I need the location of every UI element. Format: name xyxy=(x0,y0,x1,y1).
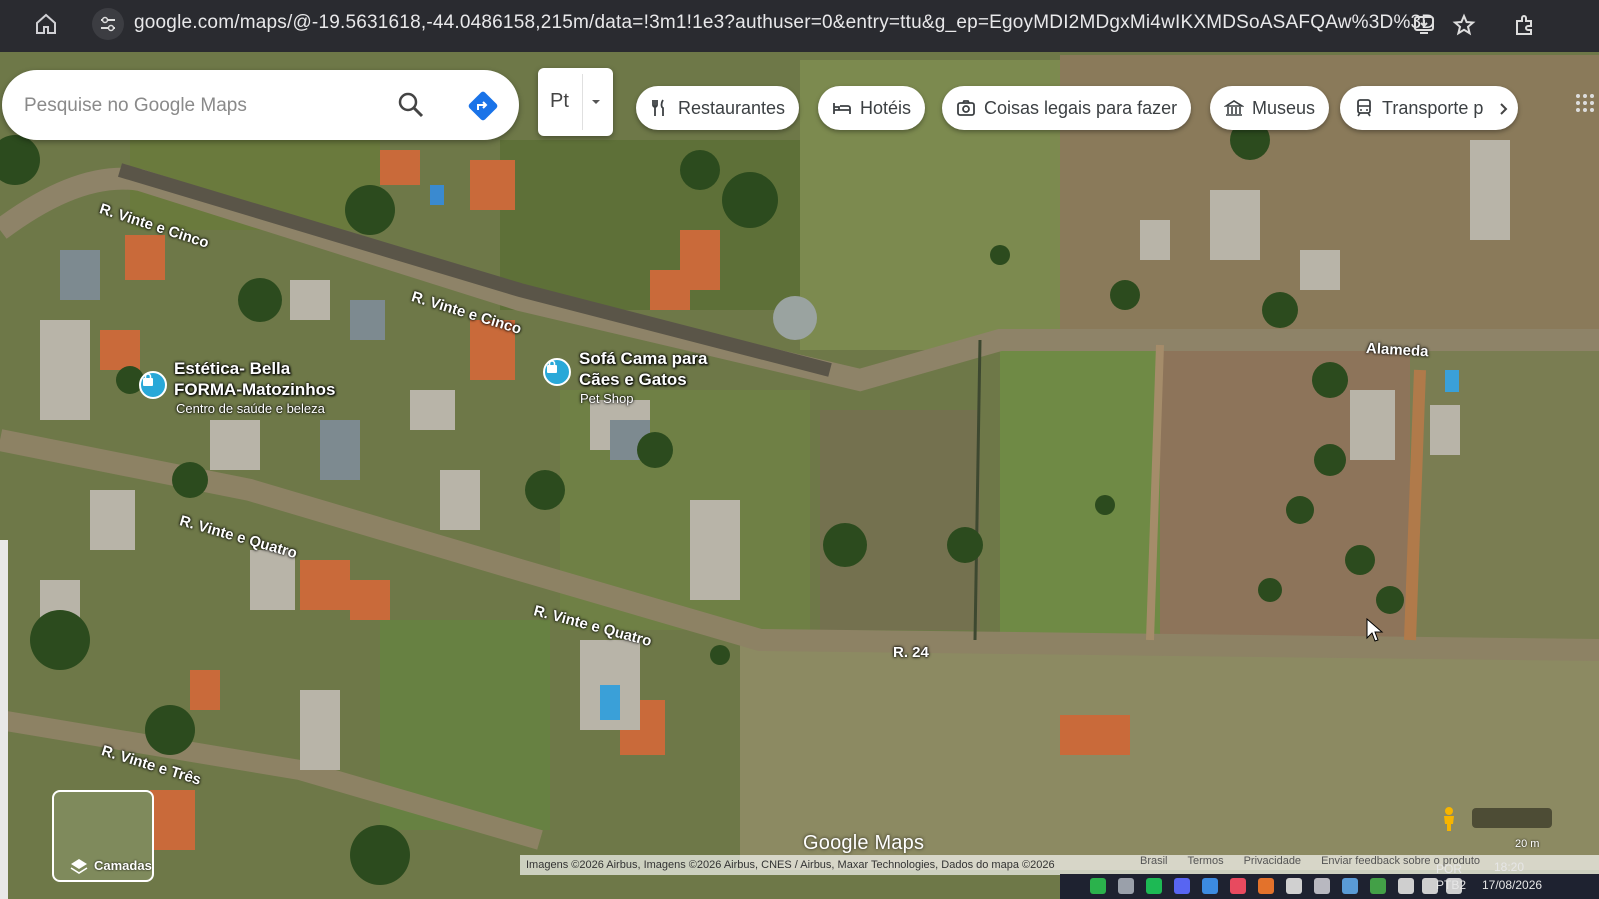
app-icon[interactable] xyxy=(1118,878,1134,894)
chevron-down-icon[interactable] xyxy=(588,94,604,110)
shopping-bag-icon xyxy=(547,360,557,373)
google-maps-logo: Google Maps xyxy=(803,832,925,854)
search-icon[interactable] xyxy=(396,90,426,120)
extensions-icon[interactable] xyxy=(1512,13,1536,37)
place-name[interactable]: Estética- Bella FORMA-Matozinhos xyxy=(174,358,335,400)
scale-bar[interactable]: 20 m xyxy=(1515,838,1539,850)
search-input[interactable] xyxy=(24,92,384,120)
footer-links: Brasil Termos Privacidade Enviar feedbac… xyxy=(1140,855,1480,867)
browser-toolbar: google.com/maps/@-19.5631618,-44.0486158… xyxy=(0,0,1599,52)
app-icon[interactable] xyxy=(1230,878,1246,894)
shopping-bag-icon xyxy=(143,373,153,386)
place-name[interactable]: Sofá Cama para Cães e Gatos xyxy=(579,348,708,390)
layers-label: Camadas xyxy=(94,858,152,873)
star-icon[interactable] xyxy=(1452,13,1476,37)
side-panel-edge xyxy=(0,540,8,899)
address-bar[interactable]: google.com/maps/@-19.5631618,-44.0486158… xyxy=(134,12,1435,34)
imagery-thumbnails[interactable] xyxy=(1472,808,1552,828)
clock-date[interactable]: 17/08/2026 xyxy=(1482,878,1542,892)
fork-knife-icon xyxy=(652,99,664,116)
keyboard-layout[interactable]: PTB2 xyxy=(1436,878,1466,892)
chip-label: Hotéis xyxy=(860,97,912,118)
travel-mode-selector[interactable]: Pt xyxy=(538,68,613,136)
app-icon[interactable] xyxy=(1258,878,1274,894)
place-category: Pet Shop xyxy=(580,391,634,406)
app-icon[interactable] xyxy=(1314,878,1330,894)
profile-label: Pt xyxy=(550,90,569,112)
chip-label: Museus xyxy=(1252,97,1316,118)
app-icon[interactable] xyxy=(1286,878,1302,894)
place-marker[interactable] xyxy=(543,358,571,386)
footer-link[interactable]: Brasil xyxy=(1140,855,1168,867)
app-icon[interactable] xyxy=(1370,878,1386,894)
place-category: Centro de saúde e beleza xyxy=(176,401,325,416)
divider xyxy=(582,74,583,130)
chips-scroll-button[interactable] xyxy=(1490,96,1516,122)
chevron-right-icon xyxy=(1500,103,1508,115)
site-settings-icon[interactable] xyxy=(92,8,124,40)
satellite-imagery xyxy=(0,52,1599,899)
street-label: R. 24 xyxy=(893,644,929,661)
whatsapp-icon[interactable] xyxy=(1090,878,1106,894)
museum-icon xyxy=(1224,100,1244,116)
map-canvas[interactable]: R. Vinte e Cinco R. Vinte e Cinco R. Vin… xyxy=(0,52,1599,899)
discord-icon[interactable] xyxy=(1174,878,1190,894)
chip-restaurants[interactable]: Restaurantes xyxy=(636,86,800,130)
dropbox-icon[interactable] xyxy=(1342,878,1358,894)
street-label: Alameda xyxy=(1365,340,1429,361)
install-app-icon[interactable] xyxy=(1412,13,1436,37)
app-icon[interactable] xyxy=(1202,878,1218,894)
bed-icon xyxy=(833,103,851,114)
pegman-icon[interactable] xyxy=(1440,806,1458,832)
battery-icon[interactable] xyxy=(1398,878,1414,894)
chip-label: Coisas legais para fazer xyxy=(984,97,1178,118)
place-marker[interactable] xyxy=(139,371,167,399)
chip-label: Transporte p xyxy=(1382,97,1484,118)
footer-link[interactable]: Termos xyxy=(1188,855,1224,867)
keyboard-language[interactable]: POR xyxy=(1436,862,1462,876)
attribution-text: Imagens ©2026 Airbus, Imagens ©2026 Airb… xyxy=(526,859,1055,871)
chip-museums[interactable]: Museus xyxy=(1210,86,1330,130)
clock-time[interactable]: 18:20 xyxy=(1494,860,1524,874)
mouse-cursor-icon xyxy=(1366,618,1384,642)
home-icon[interactable] xyxy=(34,12,58,36)
transit-icon xyxy=(1357,99,1371,117)
layers-button[interactable]: Camadas xyxy=(52,790,154,882)
chip-things-to-do[interactable]: Coisas legais para fazer xyxy=(942,86,1192,130)
camera-icon xyxy=(957,100,975,116)
chip-label: Restaurantes xyxy=(678,97,786,118)
search-box[interactable] xyxy=(2,70,519,140)
directions-icon[interactable] xyxy=(467,90,499,122)
layers-icon xyxy=(70,859,88,874)
footer-link[interactable]: Privacidade xyxy=(1244,855,1301,867)
apps-grid-icon[interactable] xyxy=(1574,92,1596,114)
chip-hotels[interactable]: Hotéis xyxy=(818,86,926,130)
spotify-icon[interactable] xyxy=(1146,878,1162,894)
